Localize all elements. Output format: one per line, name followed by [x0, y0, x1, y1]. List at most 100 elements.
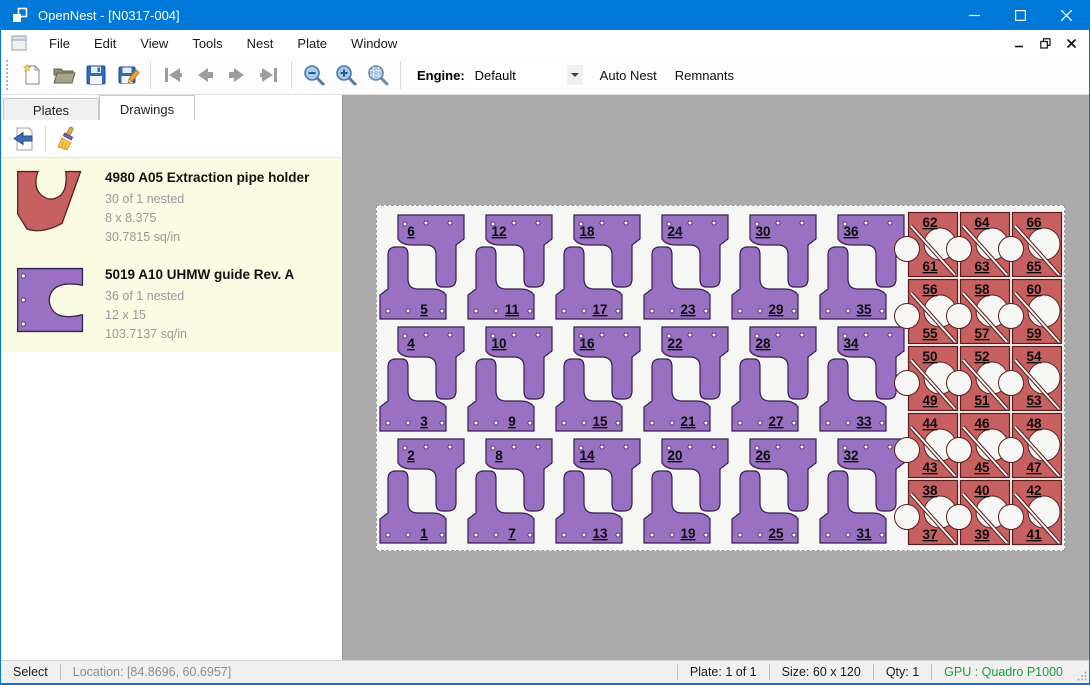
zoom-out-button[interactable]	[298, 59, 330, 91]
mdi-minimize-button[interactable]	[1011, 36, 1027, 50]
engine-combobox[interactable]: Default	[471, 63, 583, 87]
combo-dropdown-button[interactable]	[567, 65, 583, 85]
resize-grip[interactable]	[1075, 661, 1089, 683]
remnants-button[interactable]: Remnants	[666, 62, 743, 89]
nest-part-pair-purple[interactable]: 3231	[820, 439, 904, 543]
part-number: 44	[922, 416, 938, 431]
part-number: 35	[856, 302, 872, 317]
menu-tools[interactable]: Tools	[180, 32, 234, 55]
panel-toolbar-separator	[45, 126, 46, 152]
part-number: 60	[1026, 282, 1041, 297]
part-number: 61	[922, 259, 938, 274]
menu-view[interactable]: View	[128, 32, 180, 55]
menu-file[interactable]: File	[37, 32, 82, 55]
menu-window[interactable]: Window	[339, 32, 409, 55]
app-window: OpenNest - [N0317-004] File Edit View To…	[0, 0, 1090, 685]
mdi-minimize-icon	[1015, 39, 1024, 48]
next-plate-button[interactable]	[221, 59, 253, 91]
part-number: 8	[495, 448, 503, 463]
part-number: 47	[1026, 460, 1041, 475]
nest-canvas[interactable]: 6512111817242330293635431091615222128273…	[343, 95, 1089, 660]
nest-part-pair-purple[interactable]: 65	[380, 215, 464, 319]
new-button[interactable]	[16, 59, 48, 91]
drawing-item[interactable]: 5019 A10 UHMW guide Rev. A 36 of 1 neste…	[1, 255, 342, 352]
drawing-item[interactable]: 4980 A05 Extraction pipe holder 30 of 1 …	[1, 158, 342, 255]
plate-count-label: Plate: 1 of 1	[678, 665, 769, 679]
part-number: 42	[1026, 483, 1041, 498]
mdi-restore-icon	[1040, 38, 1051, 49]
auto-nest-button[interactable]: Auto Nest	[591, 62, 666, 89]
zoom-in-button[interactable]	[330, 59, 362, 91]
last-plate-button[interactable]	[253, 59, 285, 91]
plate[interactable]: 6512111817242330293635431091615222128273…	[376, 205, 1065, 551]
chevron-down-icon	[571, 73, 579, 77]
save-button[interactable]	[80, 59, 112, 91]
part-number: 26	[755, 448, 771, 463]
menu-edit[interactable]: Edit	[82, 32, 128, 55]
clean-button[interactable]	[52, 124, 82, 154]
mdi-close-button[interactable]	[1063, 36, 1079, 50]
nest-part-pair-purple[interactable]: 21	[380, 439, 464, 543]
part-number: 3	[420, 414, 428, 429]
part-number: 49	[922, 393, 937, 408]
nest-part-pair-purple[interactable]: 1615	[556, 327, 640, 431]
nest-part-pair-purple[interactable]: 2827	[732, 327, 816, 431]
part-number: 36	[843, 224, 859, 239]
nest-part-pair-purple[interactable]: 87	[468, 439, 552, 543]
last-arrow-icon	[257, 63, 281, 87]
save-as-icon	[116, 63, 140, 87]
tab-drawings[interactable]: Drawings	[99, 95, 195, 120]
save-as-button[interactable]	[112, 59, 144, 91]
part-number: 16	[579, 336, 595, 351]
nest-part-pair-purple[interactable]: 3029	[732, 215, 816, 319]
part-number: 39	[974, 527, 989, 542]
first-plate-button[interactable]	[157, 59, 189, 91]
new-document-icon	[20, 63, 44, 87]
mdi-restore-button[interactable]	[1037, 36, 1053, 50]
toolbar-separator	[291, 61, 292, 89]
tab-plates[interactable]: Plates	[3, 98, 99, 120]
nest-part-pair-purple[interactable]: 12 11	[468, 215, 552, 319]
nest-layout: 6512111817242330293635431091615222128273…	[377, 206, 1066, 552]
nest-part-pair-purple[interactable]: 3433	[820, 327, 904, 431]
nest-part-pair-purple[interactable]: 1817	[556, 215, 640, 319]
toolbar-separator	[400, 61, 401, 89]
side-panel: Plates Drawings	[1, 95, 343, 660]
maximize-button[interactable]	[997, 0, 1043, 30]
nest-part-pair-purple[interactable]: 1413	[556, 439, 640, 543]
nest-part-pair-purple[interactable]: 36 35	[820, 215, 904, 319]
menu-nest[interactable]: Nest	[235, 32, 286, 55]
menu-plate[interactable]: Plate	[285, 32, 339, 55]
part-number: 20	[667, 448, 682, 463]
open-button[interactable]	[48, 59, 80, 91]
drawing-nested: 30 of 1 nested	[105, 190, 309, 209]
part-number: 63	[974, 259, 990, 274]
zoom-fit-button[interactable]	[362, 59, 394, 91]
part-number: 55	[922, 326, 938, 341]
previous-plate-button[interactable]	[189, 59, 221, 91]
nest-part-pair-purple[interactable]: 109	[468, 327, 552, 431]
save-icon	[84, 63, 108, 87]
nest-part-pair-purple[interactable]: 2423	[644, 215, 728, 319]
part-number: 13	[592, 526, 608, 541]
nest-part-pair-purple[interactable]: 2625	[732, 439, 816, 543]
part-number: 5	[420, 302, 428, 317]
broom-icon	[54, 126, 80, 152]
nest-part-pair-purple[interactable]: 2221	[644, 327, 728, 431]
part-number: 12	[491, 224, 506, 239]
part-number: 17	[592, 302, 607, 317]
nest-part-pair-purple[interactable]: 2019	[644, 439, 728, 543]
part-number: 11	[505, 302, 520, 317]
close-icon	[1061, 10, 1072, 21]
mdi-child-icon	[11, 35, 27, 51]
drawing-size: 8 x 8.375	[105, 209, 309, 228]
minimize-button[interactable]	[951, 0, 997, 30]
drawing-nested: 36 of 1 nested	[105, 287, 294, 306]
open-folder-icon	[52, 63, 76, 87]
close-button[interactable]	[1043, 0, 1089, 30]
nest-part-pair-purple[interactable]: 43	[380, 327, 464, 431]
toolbar-grip	[6, 60, 12, 90]
part-number: 62	[922, 215, 937, 230]
part-number: 57	[974, 326, 989, 341]
return-drawing-button[interactable]	[9, 124, 39, 154]
